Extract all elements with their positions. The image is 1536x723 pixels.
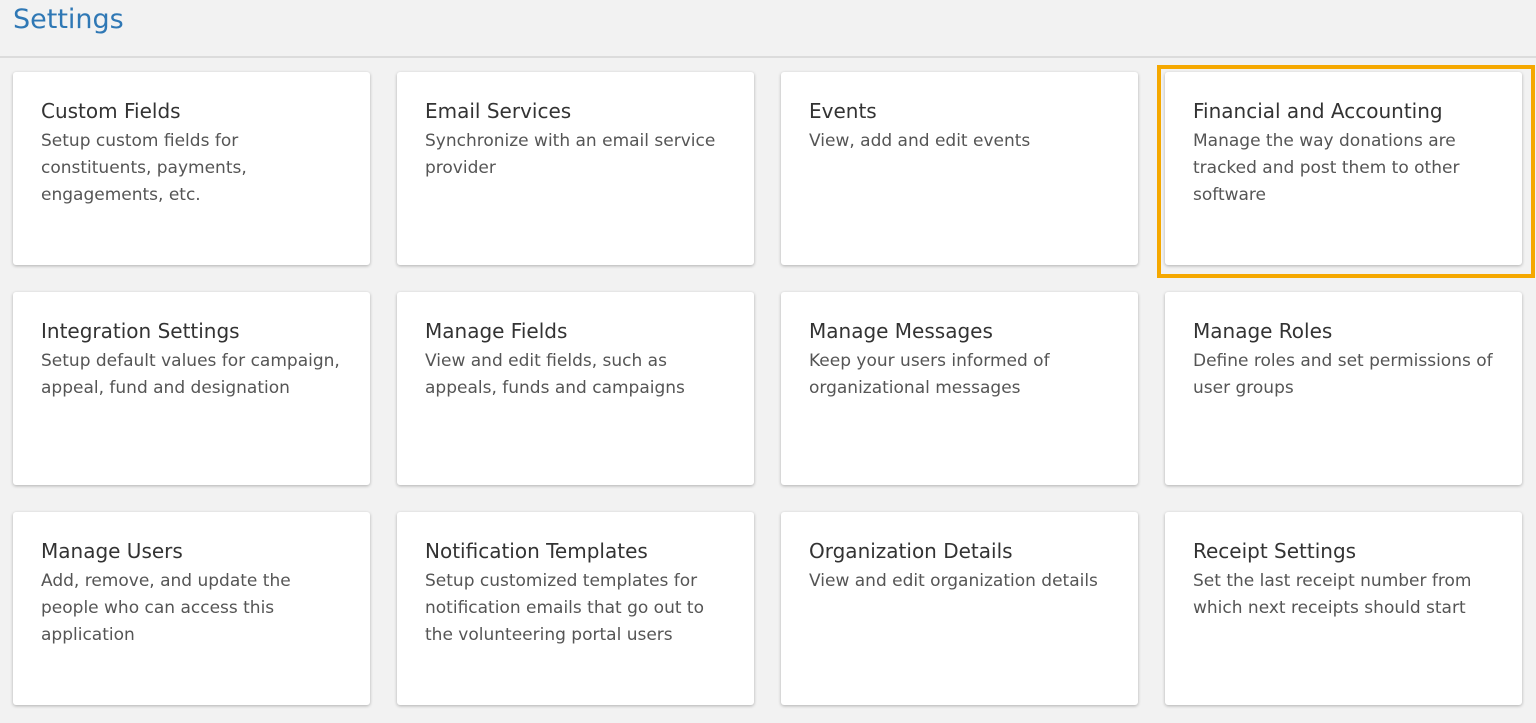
card-manage-fields[interactable]: Manage Fields View and edit fields, such…	[397, 292, 754, 485]
card-organization-details[interactable]: Organization Details View and edit organ…	[781, 512, 1138, 705]
card-title: Integration Settings	[41, 319, 240, 343]
card-title: Events	[809, 99, 877, 123]
card-description: Setup default values for campaign, appea…	[41, 351, 340, 398]
page-title: Settings	[13, 4, 124, 35]
card-manage-messages[interactable]: Manage Messages Keep your users informed…	[781, 292, 1138, 485]
card-title: Organization Details	[809, 539, 1013, 563]
card-description: View, add and edit events	[809, 131, 1031, 151]
card-description: Setup customized templates for notificat…	[425, 571, 704, 645]
page-header: Settings	[0, 0, 1536, 58]
card-title: Custom Fields	[41, 99, 181, 123]
card-title: Receipt Settings	[1193, 539, 1357, 563]
card-description: Set the last receipt number from which n…	[1193, 571, 1472, 618]
card-title: Manage Roles	[1193, 319, 1333, 343]
card-custom-fields[interactable]: Custom Fields Setup custom fields for co…	[13, 72, 370, 265]
card-title: Manage Fields	[425, 319, 568, 343]
card-description: Setup custom fields for constituents, pa…	[41, 131, 247, 205]
card-manage-roles[interactable]: Manage Roles Define roles and set permis…	[1165, 292, 1522, 485]
card-description: Manage the way donations are tracked and…	[1193, 131, 1460, 205]
card-integration-settings[interactable]: Integration Settings Setup default value…	[13, 292, 370, 485]
card-notification-templates[interactable]: Notification Templates Setup customized …	[397, 512, 754, 705]
settings-grid: Custom Fields Setup custom fields for co…	[13, 65, 1535, 705]
card-email-services[interactable]: Email Services Synchronize with an email…	[397, 72, 754, 265]
card-title: Financial and Accounting	[1193, 99, 1443, 123]
card-title: Notification Templates	[425, 539, 648, 563]
card-description: Add, remove, and update the people who c…	[41, 571, 291, 645]
card-events[interactable]: Events View, add and edit events	[781, 72, 1138, 265]
card-description: View and edit organization details	[809, 571, 1098, 591]
card-title: Email Services	[425, 99, 572, 123]
card-manage-users[interactable]: Manage Users Add, remove, and update the…	[13, 512, 370, 705]
card-description: Define roles and set permissions of user…	[1193, 351, 1493, 398]
card-financial-and-accounting[interactable]: Financial and Accounting Manage the way …	[1157, 65, 1535, 278]
card-description: Keep your users informed of organization…	[809, 351, 1050, 398]
card-title: Manage Messages	[809, 319, 993, 343]
card-title: Manage Users	[41, 539, 183, 563]
card-description: Synchronize with an email service provid…	[425, 131, 716, 178]
card-receipt-settings[interactable]: Receipt Settings Set the last receipt nu…	[1165, 512, 1522, 705]
card-description: View and edit fields, such as appeals, f…	[425, 351, 685, 398]
